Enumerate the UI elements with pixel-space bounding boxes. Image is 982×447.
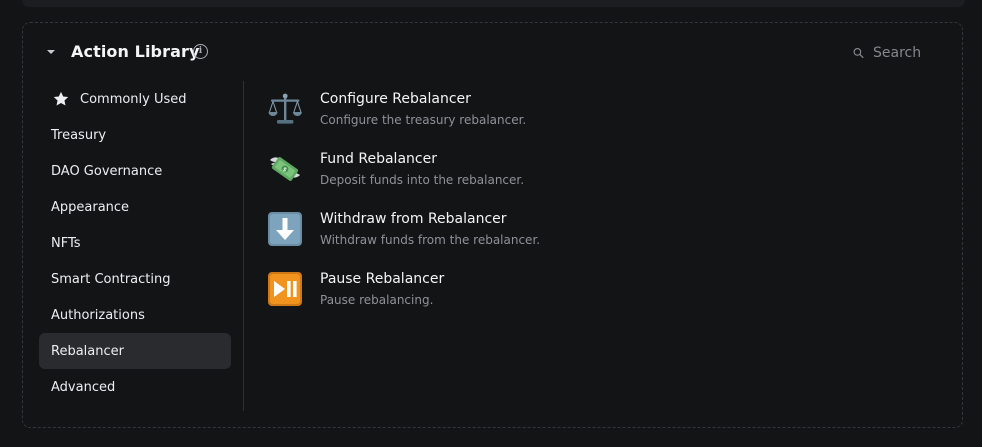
sidebar-item-authorizations[interactable]: Authorizations — [39, 297, 231, 333]
action-library-panel: Action Library i Commonly Used Treasury … — [22, 22, 963, 428]
sidebar-item-nfts[interactable]: NFTs — [39, 225, 231, 261]
info-icon[interactable]: i — [193, 44, 208, 59]
sidebar-item-commonly-used[interactable]: Commonly Used — [39, 81, 231, 117]
play-pause-icon — [268, 272, 302, 306]
sidebar-item-label: Advanced — [51, 379, 116, 395]
sidebar-item-label: Commonly Used — [80, 91, 187, 107]
action-description: Pause rebalancing. — [320, 293, 434, 307]
previous-panel-edge — [22, 0, 965, 7]
action-list: Configure Rebalancer Configure the treas… — [267, 89, 540, 329]
panel-header: Action Library i — [23, 23, 962, 83]
search-icon — [853, 48, 864, 59]
search-input[interactable] — [873, 45, 933, 61]
sidebar-item-label: Rebalancer — [51, 343, 124, 359]
sidebar-item-treasury[interactable]: Treasury — [39, 117, 231, 153]
action-description: Withdraw funds from the rebalancer. — [320, 233, 541, 247]
down-arrow-icon — [268, 212, 302, 246]
sidebar-item-label: Smart Contracting — [51, 271, 171, 287]
sidebar-item-label: Authorizations — [51, 307, 145, 323]
action-title: Configure Rebalancer — [320, 91, 471, 107]
action-configure-rebalancer[interactable]: Configure Rebalancer Configure the treas… — [267, 89, 540, 149]
action-pause-rebalancer[interactable]: Pause Rebalancer Pause rebalancing. — [267, 269, 540, 329]
action-title: Pause Rebalancer — [320, 271, 445, 287]
star-icon — [53, 91, 69, 106]
search-box[interactable] — [853, 41, 933, 65]
balance-scale-icon — [268, 93, 302, 124]
action-description: Deposit funds into the rebalancer. — [320, 173, 525, 187]
sidebar-item-smart-contracting[interactable]: Smart Contracting — [39, 261, 231, 297]
money-with-wings-icon: $ — [270, 157, 300, 181]
sidebar-item-advanced[interactable]: Advanced — [39, 369, 231, 405]
caret-down-icon[interactable] — [47, 50, 55, 54]
action-withdraw-from-rebalancer[interactable]: Withdraw from Rebalancer Withdraw funds … — [267, 209, 540, 269]
sidebar-item-label: Appearance — [51, 199, 130, 215]
sidebar-item-label: DAO Governance — [51, 163, 163, 179]
action-description: Configure the treasury rebalancer. — [320, 113, 527, 127]
sidebar-item-label: Treasury — [51, 127, 107, 143]
action-fund-rebalancer[interactable]: $ Fund Rebalancer Deposit funds into the… — [267, 149, 540, 209]
sidebar-item-dao-governance[interactable]: DAO Governance — [39, 153, 231, 189]
panel-title: Action Library — [71, 42, 200, 61]
category-sidebar: Commonly Used Treasury DAO Governance Ap… — [39, 81, 231, 405]
sidebar-divider — [243, 81, 244, 411]
action-title: Fund Rebalancer — [320, 151, 437, 167]
sidebar-item-label: NFTs — [51, 235, 81, 251]
sidebar-item-appearance[interactable]: Appearance — [39, 189, 231, 225]
sidebar-item-rebalancer[interactable]: Rebalancer — [39, 333, 231, 369]
action-title: Withdraw from Rebalancer — [320, 211, 507, 227]
